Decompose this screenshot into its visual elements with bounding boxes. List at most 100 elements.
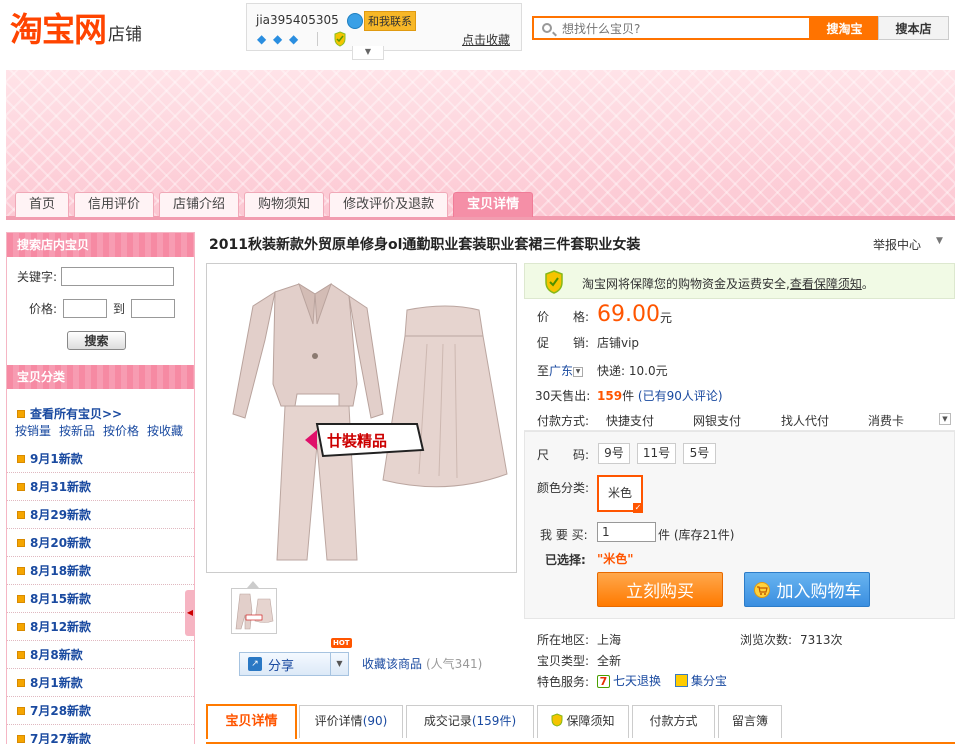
- item-type-value: 全新: [597, 654, 622, 668]
- review-count-link[interactable]: (已有90人评论): [638, 389, 723, 403]
- price-label: 价 格:: [537, 310, 590, 324]
- store-search-button[interactable]: 搜索: [67, 331, 126, 350]
- service-7day-return[interactable]: 7 七天退换: [597, 672, 661, 689]
- price-to-label: 到: [113, 302, 126, 316]
- keyword-row: 关键字:: [17, 267, 175, 286]
- category-item[interactable]: 8月12新款: [7, 613, 194, 641]
- image-badge-text: 廿裝精品: [327, 432, 387, 450]
- tab-records[interactable]: 成交记录(159件): [406, 705, 534, 738]
- tab-guarantee[interactable]: 保障须知: [537, 705, 629, 738]
- bullet-icon: [17, 594, 25, 603]
- search-taobao-button[interactable]: 搜淘宝: [811, 16, 878, 40]
- stock-info: 件 (库存21件): [658, 528, 735, 542]
- pay-label: 付款方式:: [537, 414, 590, 428]
- pay-method-quick[interactable]: 快捷支付: [606, 412, 654, 429]
- buy-now-button[interactable]: 立刻购买: [597, 572, 723, 607]
- nav-tab-credit[interactable]: 信用评价: [74, 192, 155, 217]
- bullet-icon: [17, 678, 25, 687]
- keyword-input[interactable]: [61, 267, 175, 286]
- nav-tab-home[interactable]: 首页: [15, 192, 70, 217]
- nav-tab-item-detail[interactable]: 宝贝详情: [453, 192, 534, 217]
- promo-label: 促 销:: [537, 336, 590, 350]
- seller-name[interactable]: jia395405305: [256, 13, 339, 27]
- category-item[interactable]: 9月1新款: [7, 445, 194, 473]
- bullet-icon: [17, 510, 25, 519]
- add-to-cart-label: 加入购物车: [776, 582, 862, 602]
- category-item[interactable]: 8月15新款: [7, 585, 194, 613]
- nav-tab-store-intro[interactable]: 店铺介绍: [159, 192, 240, 217]
- category-item[interactable]: 7月28新款: [7, 697, 194, 725]
- sidebar-collapse-toggle[interactable]: ◀: [185, 590, 195, 636]
- views-value: 7313次: [800, 633, 843, 647]
- category-item[interactable]: 8月20新款: [7, 529, 194, 557]
- category-item[interactable]: 7月27新款: [7, 725, 194, 744]
- pay-method-bank[interactable]: 网银支付: [693, 412, 741, 429]
- price-min-input[interactable]: [63, 299, 108, 318]
- popularity-count: (人气341): [426, 657, 483, 671]
- pay-method-proxy[interactable]: 找人代付: [781, 412, 829, 429]
- tab-reviews[interactable]: 评价详情(90): [299, 705, 403, 738]
- sidebar: 搜索店内宝贝 关键字: 价格: 到 搜索 宝贝分类 查看所有宝贝>> 按销量 按…: [6, 232, 195, 744]
- chevron-down-icon[interactable]: ▼: [939, 413, 951, 425]
- seller-box-expand-toggle[interactable]: ▼: [352, 46, 384, 60]
- search-icon: [542, 23, 552, 33]
- cart-icon: [753, 581, 770, 598]
- wangwang-icon: [347, 13, 363, 29]
- logo-sub-text: 店铺: [108, 25, 142, 45]
- sort-by-favorites-link[interactable]: 按收藏: [147, 422, 183, 439]
- price-max-input[interactable]: [131, 299, 176, 318]
- add-to-cart-button[interactable]: 加入购物车: [744, 572, 870, 607]
- category-item[interactable]: 8月8新款: [7, 641, 194, 669]
- category-item[interactable]: 8月29新款: [7, 501, 194, 529]
- category-label: 8月12新款: [30, 620, 92, 634]
- guarantee-text: 淘宝网将保障您的购物资金及运费安全,: [582, 277, 790, 291]
- category-item[interactable]: 8月18新款: [7, 557, 194, 585]
- share-button[interactable]: ↗ 分享 ▼: [239, 652, 349, 676]
- sort-by-sales-link[interactable]: 按销量: [15, 422, 51, 439]
- view-all-items-link[interactable]: 查看所有宝贝>>: [17, 405, 122, 422]
- contact-seller-button[interactable]: 和我联系: [347, 11, 416, 31]
- tab-guarantee-label: 保障须知: [566, 714, 615, 728]
- ship-region-select[interactable]: 广东: [549, 364, 573, 378]
- sort-by-price-link[interactable]: 按价格: [103, 422, 139, 439]
- service-label: 特色服务:: [537, 675, 590, 689]
- category-label: 9月1新款: [30, 452, 83, 466]
- chevron-down-icon[interactable]: ▼: [573, 366, 584, 377]
- share-dropdown-toggle[interactable]: ▼: [330, 653, 348, 675]
- quantity-input[interactable]: [597, 522, 656, 542]
- guarantee-notes-link[interactable]: 查看保障须知: [790, 277, 862, 291]
- size-label: 尺 码:: [537, 448, 590, 462]
- size-option-5[interactable]: 5号: [683, 443, 716, 464]
- product-thumbnail[interactable]: [231, 588, 277, 634]
- seller-rating-diamonds[interactable]: ◆ ◆ ◆: [257, 33, 303, 45]
- sold-info: 159件 (已有90人评论): [597, 387, 723, 404]
- favorite-product-link[interactable]: 收藏该商品: [362, 655, 422, 672]
- consumer-guarantee-icon[interactable]: [333, 31, 347, 47]
- size-option-11[interactable]: 11号: [637, 443, 676, 464]
- ship-to-label: 至: [537, 364, 550, 378]
- tab-item-detail[interactable]: 宝贝详情: [206, 704, 297, 739]
- taobao-store-logo[interactable]: 淘宝网 店铺: [10, 8, 142, 48]
- category-label: 7月28新款: [30, 704, 92, 718]
- pay-method-card[interactable]: 消费卡: [868, 412, 904, 429]
- sort-by-new-link[interactable]: 按新品: [59, 422, 95, 439]
- price-value: 69.00: [597, 302, 660, 327]
- report-center-link[interactable]: 举报中心: [873, 236, 921, 253]
- tab-guestbook[interactable]: 留言簿: [718, 705, 782, 738]
- color-option-beige[interactable]: 米色: [597, 475, 643, 513]
- category-item[interactable]: 8月1新款: [7, 669, 194, 697]
- product-main-image[interactable]: 廿裝精品: [206, 263, 517, 573]
- size-option-9[interactable]: 9号: [598, 443, 630, 464]
- location-label: 所在地区:: [537, 633, 590, 647]
- nav-tab-shopping-notes[interactable]: 购物须知: [244, 192, 325, 217]
- service-jifenbao[interactable]: 集分宝: [675, 672, 727, 689]
- tab-payment[interactable]: 付款方式: [632, 705, 715, 738]
- search-input[interactable]: [562, 20, 802, 38]
- thumbnail-image: [235, 593, 274, 630]
- favorite-store-link[interactable]: 点击收藏: [462, 31, 510, 48]
- search-store-button[interactable]: 搜本店: [878, 16, 949, 40]
- chevron-down-icon[interactable]: ▼: [936, 236, 943, 246]
- category-item[interactable]: 8月31新款: [7, 473, 194, 501]
- bullet-icon: [17, 734, 25, 743]
- nav-tab-refund[interactable]: 修改评价及退款: [329, 192, 449, 217]
